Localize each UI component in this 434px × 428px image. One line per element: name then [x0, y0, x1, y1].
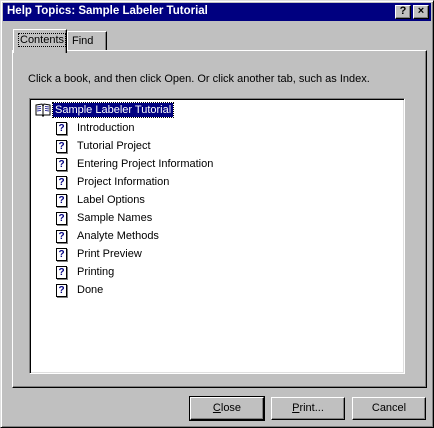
topic-label: Done: [77, 284, 104, 296]
window-title: Help Topics: Sample Labeler Tutorial: [7, 5, 208, 17]
topic-list: ? Introduction ? Tutorial Project ? Ente…: [56, 119, 213, 299]
tab-find[interactable]: Find: [67, 31, 107, 51]
title-bar[interactable]: Help Topics: Sample Labeler Tutorial ? ×: [3, 3, 431, 21]
help-topic-icon: ?: [56, 121, 67, 135]
help-topics-window: Help Topics: Sample Labeler Tutorial ? ×…: [0, 0, 434, 428]
tree-root-item[interactable]: Sample Labeler Tutorial: [35, 102, 175, 118]
topic-label: Analyte Methods: [77, 230, 159, 242]
help-topic-icon: ?: [56, 247, 67, 261]
tab-contents[interactable]: Contents: [13, 29, 67, 53]
help-topic-icon: ?: [56, 211, 67, 225]
help-topic-icon: ?: [56, 157, 67, 171]
help-topic-icon: ?: [56, 175, 67, 189]
topic-item-introduction[interactable]: ? Introduction: [56, 119, 213, 137]
topic-label: Printing: [77, 266, 115, 278]
topic-label: Project Information: [77, 176, 170, 188]
print-label-rest: rint...: [299, 402, 324, 414]
close-mnemonic: C: [212, 402, 221, 414]
topic-label: Entering Project Information: [77, 158, 214, 170]
tab-contents-label: Contents: [18, 33, 67, 47]
topic-item-analyte-methods[interactable]: ? Analyte Methods: [56, 227, 213, 245]
topic-label: Label Options: [77, 194, 145, 206]
close-button[interactable]: Close: [189, 396, 265, 421]
contents-tree[interactable]: Sample Labeler Tutorial ? Introduction ?…: [29, 98, 405, 374]
open-book-icon: [35, 103, 51, 117]
topic-item-done[interactable]: ? Done: [56, 281, 213, 299]
topic-item-project-information[interactable]: ? Project Information: [56, 173, 213, 191]
topic-item-entering-project-information[interactable]: ? Entering Project Information: [56, 155, 213, 173]
close-label-rest: lose: [220, 402, 242, 414]
topic-label: Print Preview: [77, 248, 142, 260]
topic-item-printing[interactable]: ? Printing: [56, 263, 213, 281]
contents-panel: Click a book, and then click Open. Or cl…: [12, 50, 427, 388]
tree-root-label: Sample Labeler Tutorial: [51, 102, 175, 118]
help-topic-icon: ?: [56, 229, 67, 243]
help-topic-icon: ?: [56, 139, 67, 153]
help-topic-icon: ?: [56, 283, 67, 297]
cancel-button[interactable]: Cancel: [352, 397, 426, 420]
help-topic-icon: ?: [56, 265, 67, 279]
topic-item-sample-names[interactable]: ? Sample Names: [56, 209, 213, 227]
topic-label: Sample Names: [77, 212, 153, 224]
close-window-button[interactable]: ×: [413, 5, 429, 19]
topic-item-print-preview[interactable]: ? Print Preview: [56, 245, 213, 263]
topic-label: Tutorial Project: [77, 140, 151, 152]
topic-item-tutorial-project[interactable]: ? Tutorial Project: [56, 137, 213, 155]
print-button[interactable]: Print...: [271, 397, 345, 420]
help-topic-icon: ?: [56, 193, 67, 207]
instruction-text: Click a book, and then click Open. Or cl…: [28, 73, 370, 85]
topic-item-label-options[interactable]: ? Label Options: [56, 191, 213, 209]
tab-find-label: Find: [72, 35, 94, 47]
help-button[interactable]: ?: [395, 5, 411, 19]
topic-label: Introduction: [77, 122, 135, 134]
